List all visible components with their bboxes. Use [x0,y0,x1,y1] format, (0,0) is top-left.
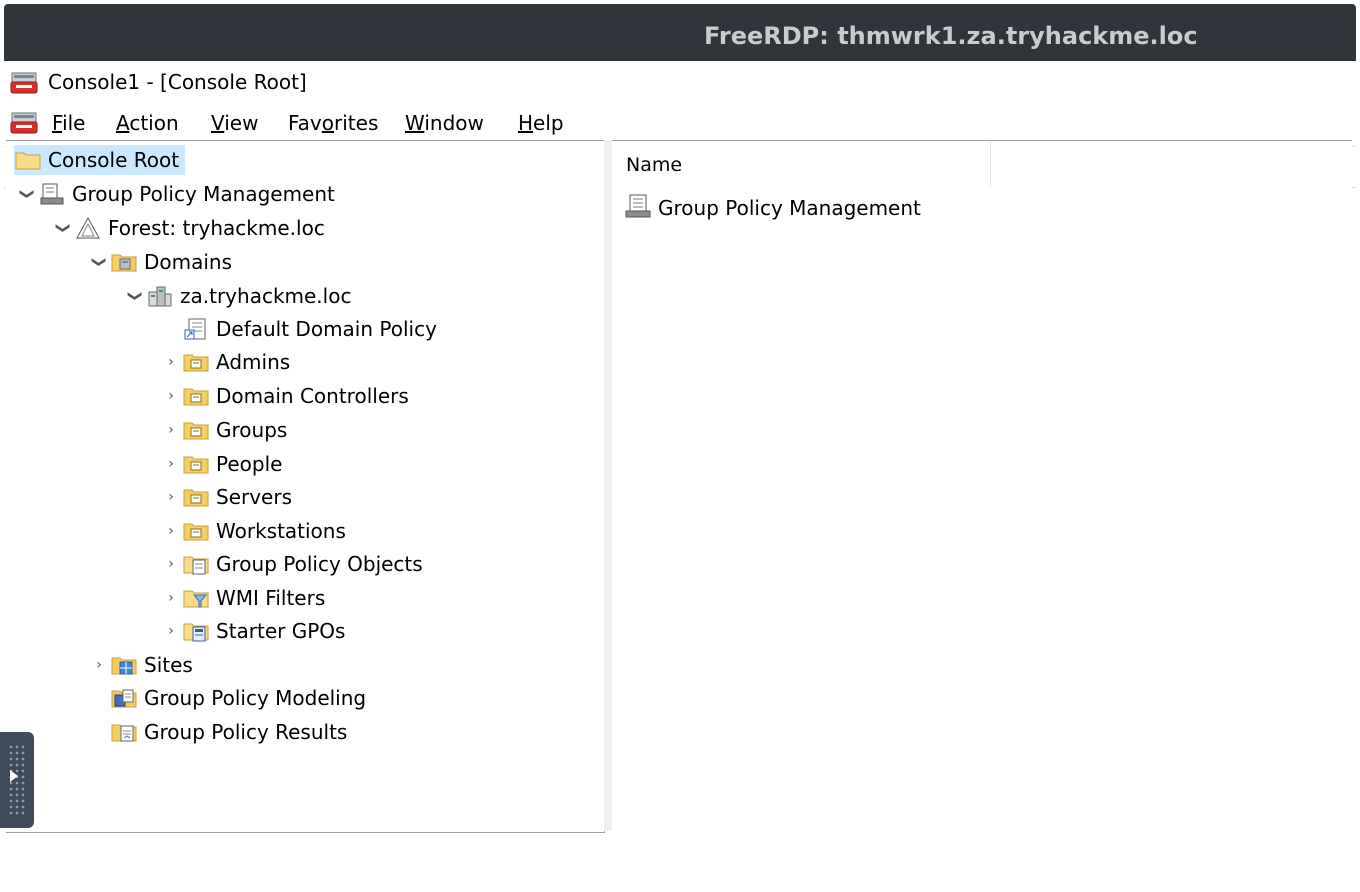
gpm-icon [38,182,66,206]
chevron-right-icon[interactable]: › [160,590,182,606]
column-header-name[interactable]: Name [612,141,991,187]
chevron-right-icon[interactable]: › [88,657,110,673]
chevron-down-icon[interactable]: ❯ [127,285,143,307]
console-tree-pane[interactable]: Console Root ❯ Group Policy Management ❯… [6,140,605,833]
domain-icon [146,284,174,308]
tree-node-domains[interactable]: ❯ Domains [88,247,232,277]
tree-node-group-policy-results[interactable]: Group Policy Results [110,717,347,747]
chevron-right-icon[interactable]: › [160,489,182,505]
chevron-right-icon[interactable]: › [160,388,182,404]
tree-node-ou-people[interactable]: › People [160,449,282,479]
window-title: Console1 - [Console Root] [48,70,307,94]
window-title-bar: Console1 - [Console Root] [4,61,1356,103]
list-item-group-policy-management[interactable]: Group Policy Management [624,193,921,223]
chevron-right-icon[interactable]: › [160,523,182,539]
ou-folder-icon [182,485,210,509]
tree-node-domain-za-tryhackme-loc[interactable]: ❯ za.tryhackme.loc [124,281,351,311]
tree-node-starter-gpos[interactable]: › Starter GPOs [160,616,345,646]
tree-node-ou-admins[interactable]: › Admins [160,347,290,377]
remote-session-side-tab[interactable] [0,732,34,828]
tree-node-console-root[interactable]: Console Root [14,145,186,175]
tree-node-ou-groups[interactable]: › Groups [160,415,287,445]
chevron-down-icon[interactable]: ❯ [91,251,107,273]
chevron-right-icon[interactable]: › [160,422,182,438]
gp-modeling-icon [110,686,138,710]
menu-window[interactable]: Window [405,111,484,135]
gpo-link-icon [182,317,210,341]
tree-node-group-policy-modeling[interactable]: Group Policy Modeling [110,683,366,713]
gpo-folder-icon [182,552,210,576]
ou-folder-icon [182,519,210,543]
chevron-right-icon[interactable]: › [160,354,182,370]
sites-folder-icon [110,653,138,677]
menu-help[interactable]: Help [518,111,564,135]
rdp-title: FreeRDP: thmwrk1.za.tryhackme.loc [704,22,1198,50]
gp-results-icon [110,720,138,744]
tree-node-ou-workstations[interactable]: › Workstations [160,516,346,546]
starter-gpo-folder-icon [182,619,210,643]
result-list-pane[interactable]: Name Group Policy Management [612,140,1352,832]
mmc-menu-icon[interactable] [10,111,38,139]
folder-icon [14,148,42,172]
mmc-app-icon [10,71,38,99]
chevron-right-icon[interactable]: › [160,556,182,572]
gpm-icon [624,193,654,224]
ou-folder-icon [182,418,210,442]
ou-folder-icon [182,384,210,408]
tree-node-sites[interactable]: › Sites [88,650,193,680]
menu-file[interactable]: File [52,111,85,135]
menu-action[interactable]: Action [116,111,179,135]
menu-view[interactable]: View [211,111,258,135]
rdp-title-bar: FreeRDP: thmwrk1.za.tryhackme.loc [4,4,1356,61]
forest-icon [74,216,102,240]
tree-node-ou-domain-controllers[interactable]: › Domain Controllers [160,381,409,411]
ou-folder-icon [182,452,210,476]
menu-favorites[interactable]: Favorites [288,111,378,135]
domains-folder-icon [110,250,138,274]
wmi-filter-folder-icon [182,586,210,610]
chevron-right-icon[interactable]: › [160,456,182,472]
tree-node-group-policy-objects[interactable]: › Group Policy Objects [160,549,423,579]
tree-node-default-domain-policy[interactable]: Default Domain Policy [182,314,437,344]
chevron-down-icon[interactable]: ❯ [55,217,71,239]
ou-folder-icon [182,350,210,374]
tree-node-ou-servers[interactable]: › Servers [160,482,292,512]
tree-node-forest[interactable]: ❯ Forest: tryhackme.loc [52,213,325,243]
chevron-right-icon[interactable]: › [160,623,182,639]
tree-node-group-policy-management[interactable]: ❯ Group Policy Management [16,179,335,209]
expand-arrow-icon [10,770,18,782]
tree-node-wmi-filters[interactable]: › WMI Filters [160,583,325,613]
chevron-down-icon[interactable]: ❯ [19,183,35,205]
